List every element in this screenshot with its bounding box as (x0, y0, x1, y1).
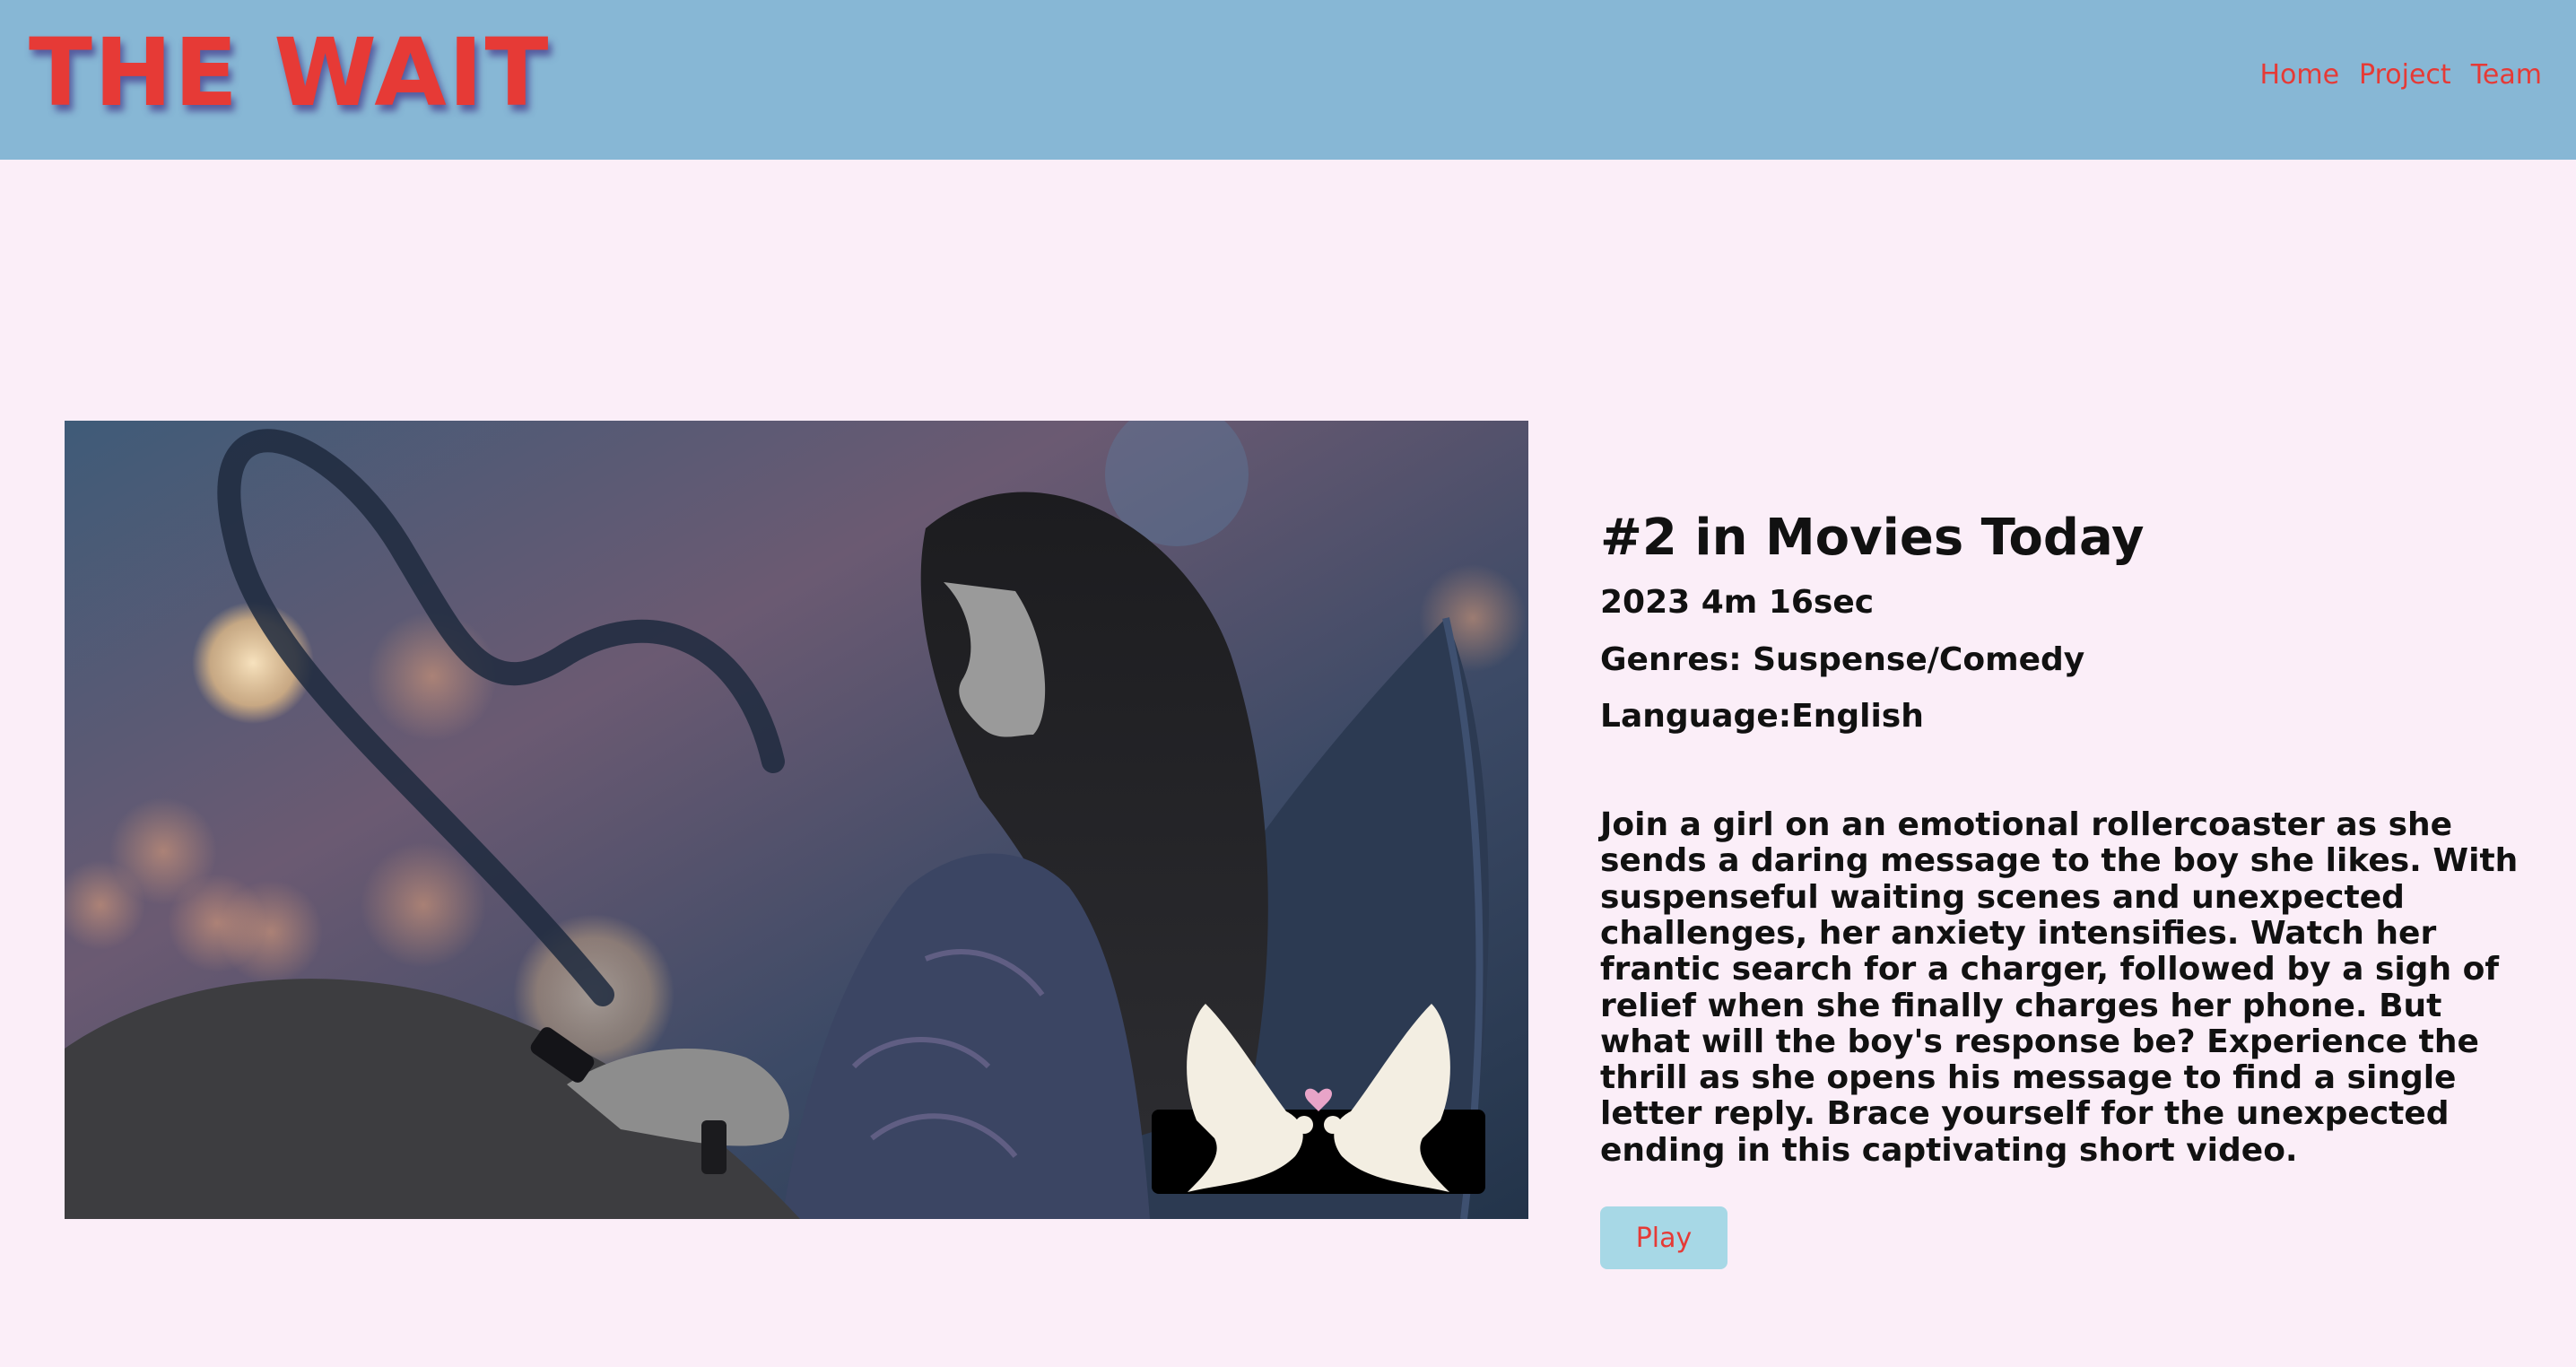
nav-team-link[interactable]: Team (2471, 59, 2542, 91)
poster-illustration (65, 421, 1528, 1219)
genres: Genres: Suspense/Comedy (1600, 640, 2085, 678)
movie-poster-image (65, 421, 1528, 1219)
main-nav: Home Project Team (2259, 59, 2542, 91)
year-runtime: 2023 4m 16sec (1600, 584, 1875, 622)
site-logo[interactable]: THE WAIT (29, 19, 550, 127)
movie-description: Join a girl on an emotional rollercoaste… (1600, 805, 2519, 1169)
play-button[interactable]: Play (1600, 1206, 1727, 1270)
movie-info-panel: #2 in Movies Today 2023 4m 16sec Genres:… (1600, 509, 2524, 1270)
ranking-title: #2 in Movies Today (1600, 509, 2145, 567)
language: Language:English (1600, 697, 1924, 735)
nav-project-link[interactable]: Project (2359, 59, 2451, 91)
nav-home-link[interactable]: Home (2259, 59, 2339, 91)
site-header: THE WAIT Home Project Team (0, 0, 2576, 160)
